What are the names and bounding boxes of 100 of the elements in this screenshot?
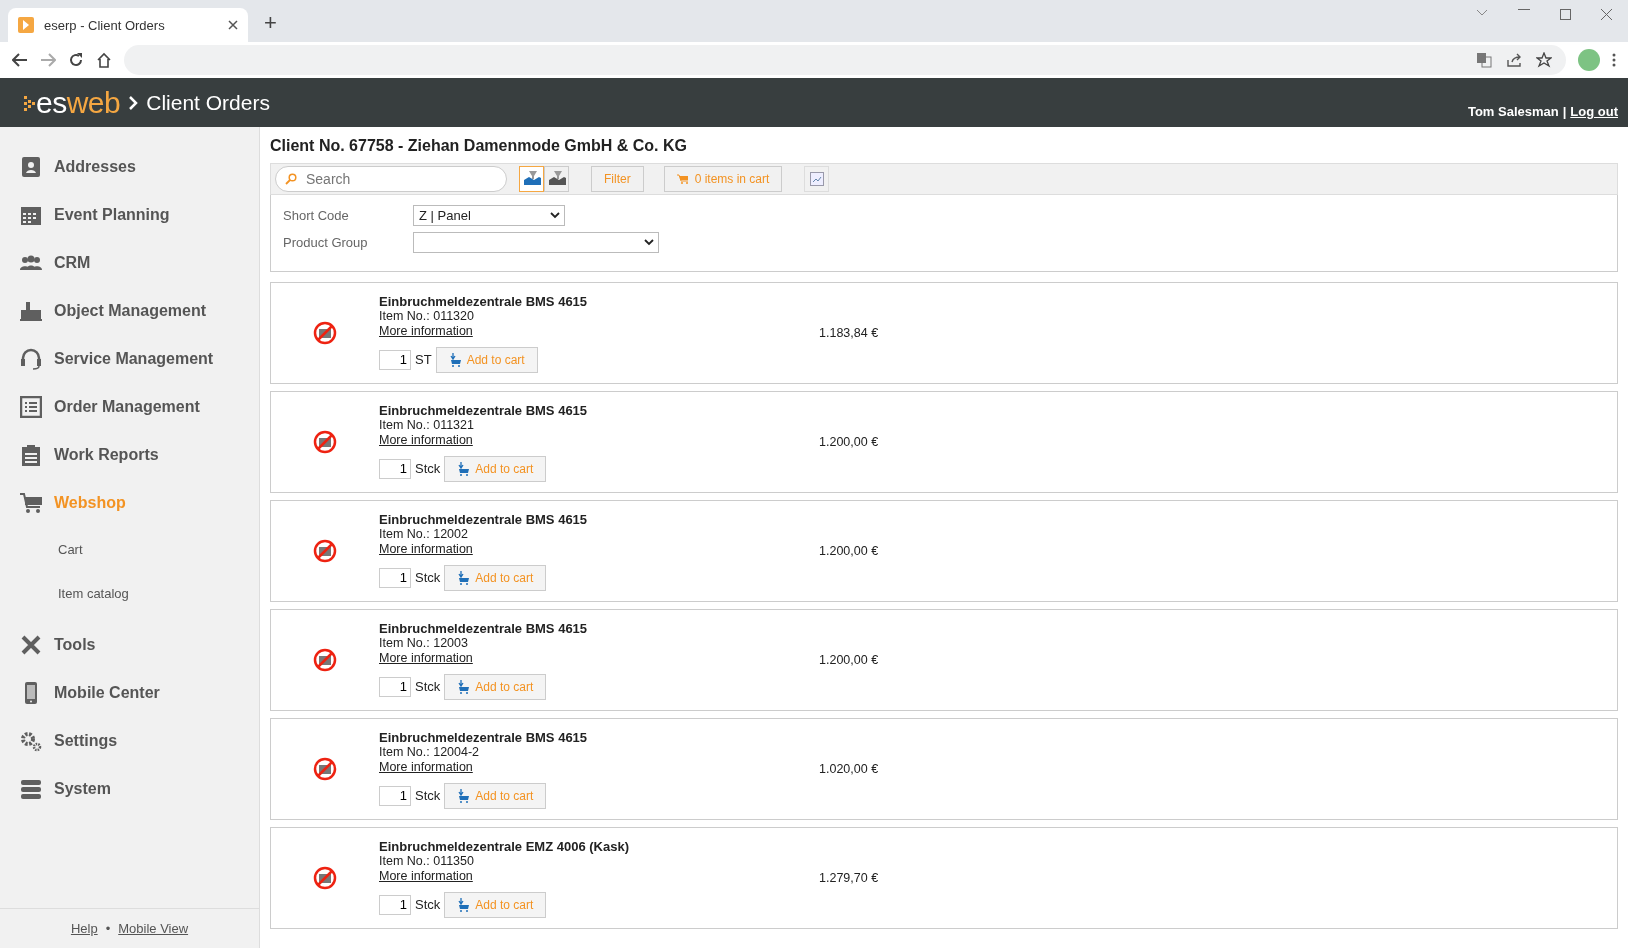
more-information-link[interactable]: More information bbox=[379, 323, 473, 339]
nav-item[interactable]: Object Management bbox=[0, 287, 259, 335]
product-name: Einbruchmeldezentrale EMZ 4006 (Kask) bbox=[379, 838, 630, 854]
funnel-box-icon bbox=[522, 171, 541, 187]
logout-link[interactable]: Log out bbox=[1570, 104, 1618, 119]
nav-item[interactable]: Addresses bbox=[0, 143, 259, 191]
cart-arrow-icon bbox=[457, 679, 470, 694]
quantity-field[interactable]: 1 bbox=[379, 349, 411, 370]
product-name: Einbruchmeldezentrale BMS 4615 bbox=[379, 402, 589, 418]
tab-title: eserp - Client Orders bbox=[44, 17, 166, 33]
price-text: 1.020,00 € bbox=[819, 762, 879, 776]
logo-arrows-icon bbox=[24, 93, 36, 112]
product-name: Einbruchmeldezentrale BMS 4615 bbox=[379, 620, 589, 636]
logo-text: web bbox=[66, 85, 121, 120]
nav-item[interactable]: Order Management bbox=[0, 383, 259, 431]
client-title: Client No. 67758 - Ziehan Damenmode GmbH & Co. KG bbox=[270, 137, 688, 155]
mobile-view-link[interactable]: Mobile View bbox=[118, 921, 189, 936]
quantity-field[interactable]: 1 bbox=[379, 785, 411, 806]
item-number: Item No.: 12002 bbox=[379, 526, 469, 542]
product-name: Einbruchmeldezentrale BMS 4615 bbox=[379, 293, 589, 309]
list-icon bbox=[20, 396, 42, 418]
more-information-link[interactable]: More information bbox=[379, 759, 473, 775]
unit-label: Stck bbox=[415, 570, 441, 585]
quantity-field[interactable]: 1 bbox=[379, 676, 411, 697]
nav-item[interactable]: Event Planning bbox=[0, 191, 259, 239]
user-name: Tom Salesman bbox=[1467, 104, 1559, 119]
chevron-down-icon bbox=[644, 239, 654, 246]
quantity-field[interactable]: 1 bbox=[379, 894, 411, 915]
more-information-link[interactable]: More information bbox=[379, 868, 473, 884]
menu-icon[interactable] bbox=[1612, 53, 1616, 67]
quantity-field[interactable]: 1 bbox=[379, 567, 411, 588]
nav-item[interactable]: System bbox=[0, 765, 259, 813]
funnel-box-icon bbox=[547, 171, 566, 187]
page-title: Client Orders bbox=[146, 90, 270, 115]
cart-arrow-icon bbox=[457, 897, 470, 912]
reload-icon[interactable] bbox=[68, 52, 84, 68]
logo-text: es bbox=[36, 85, 67, 120]
cart-arrow-icon bbox=[457, 461, 470, 476]
browser-tab[interactable]: eserp - Client Orders bbox=[8, 8, 248, 42]
dropdown-field[interactable]: Z | Panel bbox=[413, 205, 565, 226]
item-number: Item No.: 12004-2 bbox=[379, 744, 481, 760]
nav-item[interactable]: Mobile Center bbox=[0, 669, 259, 717]
star-icon[interactable] bbox=[1536, 52, 1552, 68]
tools-icon bbox=[20, 634, 42, 656]
quantity-field[interactable]: 1 bbox=[379, 458, 411, 479]
settings-icon bbox=[20, 730, 42, 752]
share-icon[interactable] bbox=[1506, 52, 1522, 68]
back-arrow-icon[interactable] bbox=[12, 53, 28, 67]
factory-icon bbox=[20, 300, 42, 322]
unit-label: Stck bbox=[415, 897, 441, 912]
nav-item[interactable]: Service Management bbox=[0, 335, 259, 383]
search-field[interactable]: Search bbox=[275, 166, 507, 192]
clipboard-icon bbox=[20, 444, 42, 466]
no-image-icon bbox=[313, 866, 337, 890]
item-number: Item No.: 12003 bbox=[379, 635, 469, 651]
price-text: 1.183,84 € bbox=[819, 326, 879, 340]
product-name: Einbruchmeldezentrale BMS 4615 bbox=[379, 511, 589, 527]
page-favicon bbox=[18, 17, 34, 33]
report-button[interactable] bbox=[804, 166, 830, 192]
help-link[interactable]: Help bbox=[70, 921, 98, 936]
view-mode-button[interactable] bbox=[544, 166, 569, 192]
no-image-icon bbox=[313, 648, 337, 672]
close-icon[interactable] bbox=[1601, 8, 1612, 20]
nav-item[interactable]: Work Reports bbox=[0, 431, 259, 479]
separator-dot: • bbox=[105, 921, 111, 936]
chevron-right-icon bbox=[128, 94, 139, 111]
new-tab-button[interactable]: + bbox=[264, 10, 277, 36]
translate-icon[interactable] bbox=[1476, 52, 1492, 68]
minimize-icon[interactable] bbox=[1518, 8, 1530, 11]
chevron-down-icon bbox=[550, 212, 560, 219]
maximize-icon[interactable] bbox=[1560, 8, 1571, 20]
field-label: Short Code bbox=[283, 208, 350, 223]
search-icon bbox=[285, 173, 297, 185]
separator-text: | bbox=[1562, 104, 1567, 119]
close-icon[interactable] bbox=[228, 20, 238, 30]
contact-card-icon bbox=[20, 156, 42, 178]
chevron-down-icon[interactable] bbox=[1476, 8, 1488, 17]
nav-subitem[interactable]: Item catalog bbox=[0, 571, 259, 615]
price-text: 1.200,00 € bbox=[819, 653, 879, 667]
view-mode-button[interactable] bbox=[519, 166, 544, 192]
unit-label: Stck bbox=[415, 461, 441, 476]
more-information-link[interactable]: More information bbox=[379, 650, 473, 666]
item-number: Item No.: 011320 bbox=[379, 308, 475, 324]
headset-icon bbox=[20, 348, 42, 370]
price-text: 1.279,70 € bbox=[819, 871, 879, 885]
database-icon bbox=[20, 778, 42, 800]
chart-document-icon bbox=[809, 172, 824, 186]
unit-label: Stck bbox=[415, 788, 441, 803]
more-information-link[interactable]: More information bbox=[379, 432, 473, 448]
shopping-cart-icon bbox=[676, 174, 689, 184]
unit-label: Stck bbox=[415, 679, 441, 694]
more-information-link[interactable]: More information bbox=[379, 541, 473, 557]
home-icon[interactable] bbox=[96, 52, 112, 68]
no-image-icon bbox=[313, 430, 337, 454]
nav-item[interactable]: CRM bbox=[0, 239, 259, 287]
dropdown-field[interactable] bbox=[413, 232, 659, 253]
nav-subitem[interactable]: Cart bbox=[0, 527, 259, 571]
nav-item[interactable]: Settings bbox=[0, 717, 259, 765]
nav-item[interactable]: Tools bbox=[0, 621, 259, 669]
cart-arrow-icon bbox=[457, 788, 470, 803]
